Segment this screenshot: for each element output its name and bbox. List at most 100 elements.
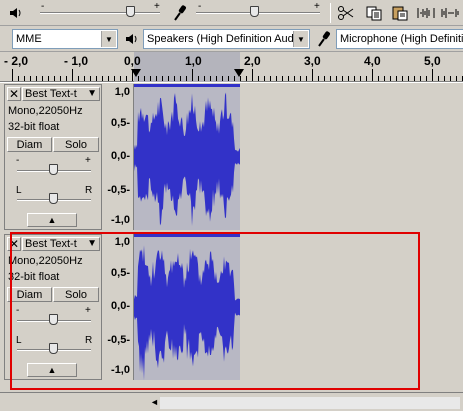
ruler-tick (126, 76, 127, 81)
chevron-down-icon: ▼ (293, 31, 308, 47)
ruler-tick (432, 69, 433, 81)
ruler-tick (150, 76, 151, 81)
ruler-tick (324, 76, 325, 81)
ruler-tick (102, 76, 103, 81)
ruler-label: - 1,0 (64, 54, 89, 68)
scrollbar-track[interactable] (160, 397, 460, 409)
paste-icon[interactable] (390, 3, 410, 23)
ruler-tick (30, 76, 31, 81)
audio-host-select[interactable]: MME ▼ (12, 29, 118, 49)
input-device-value: Microphone (High Definition (340, 33, 463, 45)
ruler-tick (306, 76, 307, 81)
ruler-tick (192, 69, 193, 81)
ruler-tick (372, 69, 373, 81)
ruler-tick (42, 76, 43, 81)
pan-right-label: R (85, 185, 93, 196)
ruler-tick (456, 76, 457, 81)
ruler-tick (264, 76, 265, 81)
mic-plus-label: + (314, 1, 320, 12)
ruler-label: 5,0 (424, 54, 441, 68)
copy-icon[interactable] (364, 3, 384, 23)
solo-label: Solo (64, 138, 88, 151)
ruler-tick (252, 69, 253, 81)
mute-button[interactable]: Diam (7, 137, 52, 152)
audio-host-value: MME (16, 33, 42, 45)
ruler-label: 0,0 (124, 54, 141, 68)
ruler-tick (108, 76, 109, 81)
track-name: Best Text-t (25, 88, 77, 100)
horizontal-scrollbar[interactable]: ◄ (0, 392, 463, 411)
gain-slider-thumb[interactable] (49, 164, 58, 175)
ruler-tick (390, 76, 391, 81)
track-format: Mono,22050Hz (8, 105, 83, 117)
ruler-tick (402, 76, 403, 81)
gain-plus-label: + (85, 155, 91, 166)
ruler-tick (120, 76, 121, 81)
ruler-tick (246, 76, 247, 81)
pan-slider-thumb[interactable] (49, 193, 58, 204)
track-vertical-ruler: 1,0 0,5- 0,0- -0,5- -1,0 (102, 84, 134, 230)
trim-icon[interactable] (416, 3, 436, 23)
cut-icon[interactable] (336, 3, 356, 23)
speaker-icon (122, 29, 142, 49)
ruler-tick (180, 76, 181, 81)
selection-start-marker[interactable] (131, 69, 141, 77)
ruler-tick (222, 76, 223, 81)
selection-end-marker[interactable] (234, 69, 244, 77)
collapse-button[interactable]: ▲ (27, 213, 77, 227)
ruler-tick (282, 76, 283, 81)
chevron-down-icon: ▼ (101, 31, 116, 47)
ruler-tick (90, 76, 91, 81)
pan-left-label: L (16, 185, 22, 196)
meter-toolbar: - + - + (0, 0, 463, 26)
ruler-tick (84, 76, 85, 81)
track-name-menu[interactable]: Best Text-t ▼ (22, 87, 100, 101)
device-toolbar: MME ▼ Speakers (High Definition Audio ▼ … (0, 26, 463, 52)
ruler-tick (270, 76, 271, 81)
microphone-icon (170, 3, 190, 23)
output-volume-slider[interactable] (40, 12, 160, 14)
mic-minus-label: - (198, 1, 202, 12)
ruler-tick (414, 76, 415, 81)
ruler-tick (66, 76, 67, 81)
ruler-tick (426, 76, 427, 81)
ruler-tick (228, 76, 229, 81)
volume-plus-label: + (154, 1, 160, 12)
ruler-tick (174, 76, 175, 81)
input-device-select[interactable]: Microphone (High Definition (336, 29, 463, 49)
output-volume-thumb[interactable] (126, 6, 135, 17)
ruler-tick (450, 76, 451, 81)
ruler-tick (354, 76, 355, 81)
ruler-label: 4,0 (364, 54, 381, 68)
ruler-tick (204, 76, 205, 81)
ruler-tick (318, 76, 319, 81)
close-icon[interactable]: ✕ (7, 87, 21, 101)
scroll-left-icon[interactable]: ◄ (150, 397, 159, 407)
ruler-tick (12, 69, 13, 81)
ruler-tick (144, 76, 145, 81)
ruler-tick (78, 76, 79, 81)
ruler-tick (162, 76, 163, 81)
ruler-tick (288, 76, 289, 81)
solo-button[interactable]: Solo (53, 137, 99, 152)
timeline-ruler[interactable]: - 2,0 - 1,0 0,0 1,0 2,0 3,0 4,0 5,0 (0, 52, 463, 82)
empty-track-region[interactable] (240, 84, 463, 230)
ruler-tick (258, 76, 259, 81)
silence-icon[interactable] (440, 3, 460, 23)
scale-label: 0,5- (111, 117, 130, 129)
ruler-tick (366, 76, 367, 81)
ruler-tick (312, 69, 313, 81)
waveform-plot (134, 84, 240, 226)
waveform-selection[interactable] (134, 84, 240, 230)
volume-minus-label: - (41, 1, 45, 12)
ruler-label: - 2,0 (4, 54, 29, 68)
output-device-value: Speakers (High Definition Audio (147, 33, 303, 45)
ruler-label: 3,0 (304, 54, 321, 68)
ruler-tick (348, 76, 349, 81)
ruler-tick (36, 76, 37, 81)
ruler-tick (444, 76, 445, 81)
scale-label: -1,0 (111, 214, 130, 226)
output-device-select[interactable]: Speakers (High Definition Audio ▼ (143, 29, 310, 49)
chevron-down-icon: ▼ (87, 88, 97, 99)
input-volume-thumb[interactable] (250, 6, 259, 17)
